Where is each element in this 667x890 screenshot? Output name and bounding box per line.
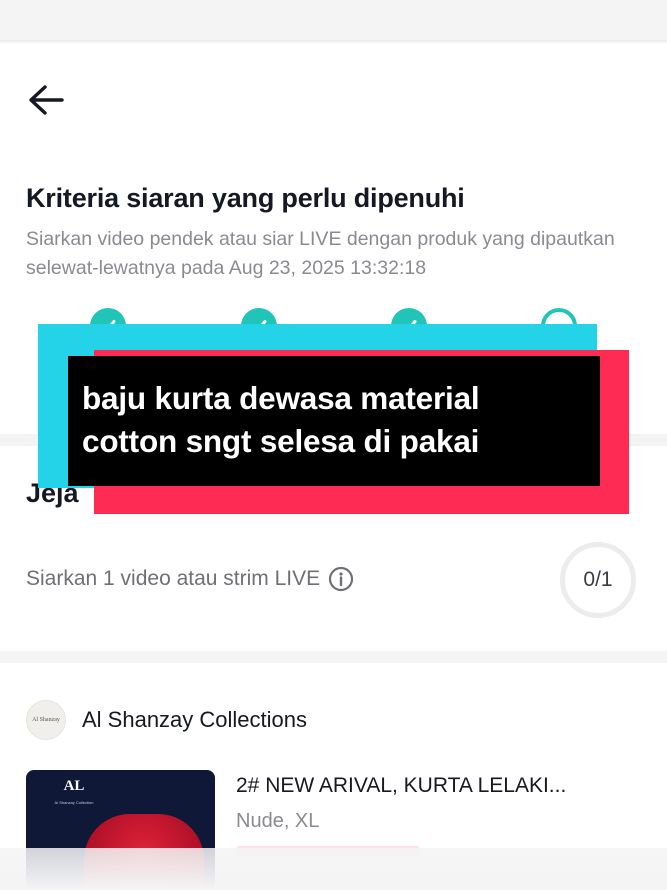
- section-divider: [0, 651, 667, 663]
- criteria-subtitle: Siarkan video pendek atau siar LIVE deng…: [26, 228, 615, 279]
- arrow-left-icon: [29, 85, 64, 115]
- task-description: Siarkan 1 video atau strim LIVE: [26, 567, 321, 590]
- caption-overlay: baju kurta dewasa material cotton sngt s…: [68, 356, 600, 486]
- back-button[interactable]: [24, 78, 68, 122]
- bottom-fade: [0, 848, 667, 890]
- shop-name: Al Shanzay Collections: [82, 707, 308, 732]
- top-strip: [0, 0, 667, 44]
- product-variant: Nude, XL: [236, 810, 320, 832]
- brand-logo-text: Al Shanzay Collection: [54, 800, 94, 805]
- task-row: Siarkan 1 video atau strim LIVE: [26, 566, 354, 592]
- brand-logo: AL: [63, 778, 85, 794]
- product-title[interactable]: 2# NEW ARIVAL, KURTA LELAKI...: [236, 774, 566, 798]
- criteria-title: Kriteria siaran yang perlu dipenuhi: [26, 183, 465, 213]
- caption-line-2: cotton sngt selesa di pakai: [82, 423, 480, 459]
- shop-row[interactable]: Al Shanzay Al Shanzay Collections: [26, 700, 307, 740]
- task-progress: 0/1: [560, 542, 636, 618]
- shop-avatar: Al Shanzay: [26, 700, 66, 740]
- info-icon[interactable]: [328, 566, 354, 592]
- top-strip-edge: [0, 40, 667, 44]
- caption-line-1: baju kurta dewasa material: [82, 380, 480, 416]
